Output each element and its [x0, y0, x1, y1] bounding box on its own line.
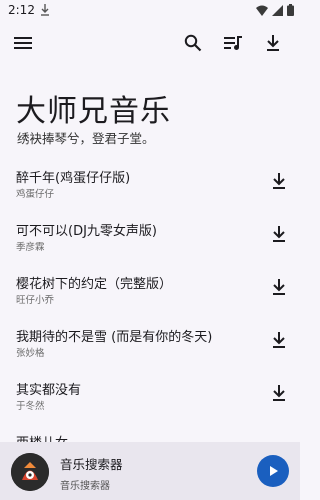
song-title: 樱花树下的约定（完整版） — [16, 277, 173, 292]
player-title: 音乐搜索器 — [60, 457, 123, 472]
play-button[interactable] — [257, 455, 289, 487]
page-subtitle: 绣袂捧琴兮，登君子堂。 — [17, 131, 155, 146]
page-title: 大师兄音乐 — [16, 94, 171, 129]
song-item[interactable]: 可不可以(DJ九零女声版) 季彦霖 — [0, 208, 300, 261]
download-icon[interactable] — [270, 225, 288, 243]
song-title: 我期待的不是雪 (而是有你的冬天) — [16, 330, 213, 345]
album-art — [11, 453, 49, 491]
song-item[interactable]: 樱花树下的约定（完整版） 旺仔小乔 — [0, 261, 300, 314]
song-artist: 于冬然 — [16, 401, 45, 412]
player-subtitle: 音乐搜索器 — [60, 481, 110, 492]
download-notification-icon — [41, 4, 49, 16]
song-title: 醉千年(鸡蛋仔仔版) — [16, 171, 131, 186]
download-icon[interactable] — [270, 384, 288, 402]
menu-icon[interactable] — [11, 31, 35, 55]
signal-icon — [272, 4, 283, 16]
download-icon[interactable] — [270, 278, 288, 296]
song-title: 可不可以(DJ九零女声版) — [16, 224, 157, 239]
download-icon[interactable] — [270, 172, 288, 190]
mini-player[interactable]: 音乐搜索器 音乐搜索器 — [0, 442, 300, 500]
status-time: 2:12 — [8, 3, 35, 17]
status-bar: 2:12 — [0, 0, 300, 20]
song-artist: 鸡蛋仔仔 — [16, 189, 55, 200]
song-item[interactable]: 我期待的不是雪 (而是有你的冬天) 张妙格 — [0, 314, 300, 367]
app-bar — [0, 28, 300, 62]
queue-music-icon[interactable] — [221, 31, 245, 55]
song-item[interactable]: 其实都没有 于冬然 — [0, 367, 300, 420]
download-icon[interactable] — [270, 331, 288, 349]
song-list: 醉千年(鸡蛋仔仔版) 鸡蛋仔仔 可不可以(DJ九零女声版) 季彦霖 樱花树下的约… — [0, 155, 300, 473]
song-artist: 旺仔小乔 — [16, 295, 55, 306]
song-item[interactable]: 醉千年(鸡蛋仔仔版) 鸡蛋仔仔 — [0, 155, 300, 208]
wifi-icon — [256, 5, 268, 16]
download-icon[interactable] — [261, 31, 285, 55]
search-icon[interactable] — [181, 31, 205, 55]
song-artist: 张妙格 — [16, 348, 45, 359]
song-artist: 季彦霖 — [16, 242, 45, 253]
play-icon — [270, 466, 278, 476]
song-title: 其实都没有 — [16, 383, 82, 398]
battery-icon — [287, 4, 294, 16]
